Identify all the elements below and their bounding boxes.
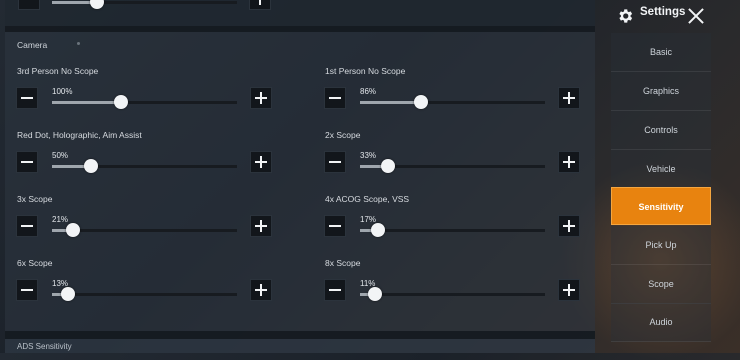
slider-8-knob[interactable] bbox=[368, 287, 382, 301]
previous-slider-knob[interactable] bbox=[90, 0, 104, 9]
slider-2-minus-button[interactable] bbox=[324, 87, 346, 109]
nav-item-vehicle[interactable]: Vehicle bbox=[611, 150, 711, 189]
nav-item-pick-up[interactable]: Pick Up bbox=[611, 226, 711, 265]
slider-1-fill bbox=[52, 101, 121, 104]
slider-3-knob[interactable] bbox=[84, 159, 98, 173]
slider-8-label: 8x Scope bbox=[325, 258, 361, 268]
section-dot-icon bbox=[77, 42, 80, 45]
slider-4-track[interactable]: 33% bbox=[360, 151, 545, 173]
slider-5-value: 21% bbox=[52, 215, 69, 224]
slider-7-track[interactable]: 13% bbox=[52, 279, 237, 301]
slider-7-plus-button[interactable] bbox=[250, 279, 272, 301]
slider-2-value: 86% bbox=[360, 87, 377, 96]
slider-3-label: Red Dot, Holographic, Aim Assist bbox=[17, 130, 142, 140]
slider-6-label: 4x ACOG Scope, VSS bbox=[325, 194, 410, 204]
slider-8-track[interactable]: 11% bbox=[360, 279, 545, 301]
gear-icon bbox=[619, 9, 633, 23]
nav-item-graphics[interactable]: Graphics bbox=[611, 72, 711, 111]
slider-1-track[interactable]: 100% bbox=[52, 87, 237, 109]
slider-4-minus-button[interactable] bbox=[324, 151, 346, 173]
nav-item-scope[interactable]: Scope bbox=[611, 265, 711, 304]
next-section-strip bbox=[5, 339, 595, 353]
slider-3-plus-button[interactable] bbox=[250, 151, 272, 173]
slider-6-knob[interactable] bbox=[371, 223, 385, 237]
settings-panel bbox=[5, 0, 595, 353]
settings-nav: Basic Graphics Controls Vehicle Sensitiv… bbox=[611, 33, 711, 353]
slider-1-minus-button[interactable] bbox=[16, 87, 38, 109]
next-section-label: ADS Sensitivity bbox=[17, 342, 72, 351]
slider-6-plus-button[interactable] bbox=[558, 215, 580, 237]
slider-2-label: 1st Person No Scope bbox=[325, 66, 406, 76]
nav-item-controls[interactable]: Controls bbox=[611, 111, 711, 150]
slider-2-track[interactable]: 86% bbox=[360, 87, 545, 109]
slider-7-label: 6x Scope bbox=[17, 258, 53, 268]
slider-3-track[interactable]: 50% bbox=[52, 151, 237, 173]
slider-4-value: 33% bbox=[360, 151, 377, 160]
nav-item-basic[interactable]: Basic bbox=[611, 33, 711, 72]
slider-2-fill bbox=[360, 101, 421, 104]
previous-section-strip bbox=[5, 0, 595, 26]
slider-7-minus-button[interactable] bbox=[16, 279, 38, 301]
slider-4-plus-button[interactable] bbox=[558, 151, 580, 173]
section-divider-bottom bbox=[5, 331, 595, 339]
slider-1-value: 100% bbox=[52, 87, 73, 96]
slider-5-plus-button[interactable] bbox=[250, 215, 272, 237]
slider-8-plus-button[interactable] bbox=[558, 279, 580, 301]
slider-7-value: 13% bbox=[52, 279, 69, 288]
slider-6-value: 17% bbox=[360, 215, 377, 224]
slider-5-knob[interactable] bbox=[66, 223, 80, 237]
section-title: Camera bbox=[17, 40, 48, 50]
slider-3-value: 50% bbox=[52, 151, 69, 160]
previous-plus-button[interactable] bbox=[249, 0, 271, 10]
close-icon[interactable] bbox=[686, 6, 706, 26]
section-divider bbox=[5, 26, 595, 32]
slider-5-minus-button[interactable] bbox=[16, 215, 38, 237]
nav-item-sensitivity[interactable]: Sensitivity bbox=[611, 187, 711, 225]
slider-4-knob[interactable] bbox=[381, 159, 395, 173]
slider-1-knob[interactable] bbox=[114, 95, 128, 109]
previous-minus-button[interactable] bbox=[18, 0, 40, 10]
slider-4-label: 2x Scope bbox=[325, 130, 361, 140]
slider-2-knob[interactable] bbox=[414, 95, 428, 109]
slider-7-knob[interactable] bbox=[61, 287, 75, 301]
nav-item-audio[interactable]: Audio bbox=[611, 303, 711, 342]
slider-3-minus-button[interactable] bbox=[16, 151, 38, 173]
settings-title: Settings bbox=[640, 6, 686, 18]
slider-1-plus-button[interactable] bbox=[250, 87, 272, 109]
slider-5-label: 3x Scope bbox=[17, 194, 53, 204]
slider-2-plus-button[interactable] bbox=[558, 87, 580, 109]
slider-5-track[interactable]: 21% bbox=[52, 215, 237, 237]
slider-8-minus-button[interactable] bbox=[324, 279, 346, 301]
slider-6-minus-button[interactable] bbox=[324, 215, 346, 237]
slider-1-label: 3rd Person No Scope bbox=[17, 66, 99, 76]
previous-slider-track[interactable] bbox=[52, 0, 237, 9]
slider-8-value: 11% bbox=[360, 279, 376, 288]
slider-6-track[interactable]: 17% bbox=[360, 215, 545, 237]
